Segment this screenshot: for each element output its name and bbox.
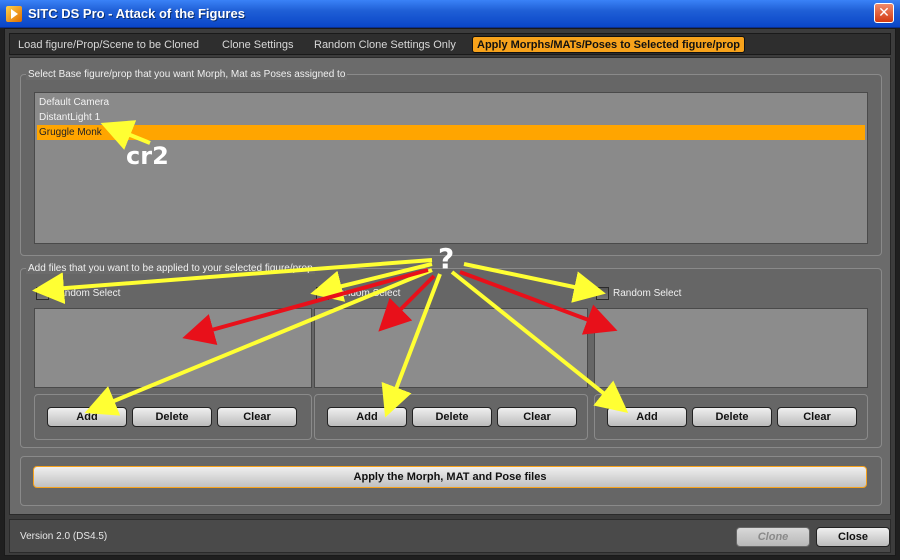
status-bar: Version 2.0 (DS4.5) Clone Close [9, 519, 891, 553]
tab-load-figure[interactable]: Load figure/Prop/Scene to be Cloned [18, 37, 199, 53]
cr2-annotation: cr2 [126, 142, 169, 170]
random-select-label-2: Random Select [332, 288, 401, 299]
app-icon [6, 6, 22, 22]
delete-button-2[interactable]: Delete [412, 407, 492, 427]
add-button-1[interactable]: Add [47, 407, 127, 427]
clear-button-3[interactable]: Clear [777, 407, 857, 427]
file-list-2[interactable] [314, 308, 588, 388]
random-select-label-3: Random Select [613, 288, 682, 299]
tab-clone-settings[interactable]: Clone Settings [222, 37, 294, 53]
tab-apply-morphs[interactable]: Apply Morphs/MATs/Poses to Selected figu… [472, 36, 746, 53]
clear-button-1[interactable]: Clear [217, 407, 297, 427]
list-item-default-camera[interactable]: Default Camera [37, 95, 865, 110]
random-select-checkbox-3[interactable] [596, 287, 609, 300]
close-button[interactable]: Close [816, 527, 890, 547]
file-list-1[interactable] [34, 308, 312, 388]
random-select-label-1: Random Select [52, 288, 121, 299]
apply-files-button[interactable]: Apply the Morph, MAT and Pose files [33, 466, 867, 488]
tab-random-clone-settings[interactable]: Random Clone Settings Only [314, 37, 456, 53]
clear-button-2[interactable]: Clear [497, 407, 577, 427]
apply-panel: Select Base figure/prop that you want Mo… [9, 57, 891, 515]
clone-button[interactable]: Clone [736, 527, 810, 547]
random-select-checkbox-2[interactable] [316, 287, 329, 300]
add-button-3[interactable]: Add [607, 407, 687, 427]
delete-button-1[interactable]: Delete [132, 407, 212, 427]
window-title: SITC DS Pro - Attack of the Figures [28, 6, 245, 21]
list-item-distantlight[interactable]: DistantLight 1 [37, 110, 865, 125]
random-select-checkbox-1[interactable] [36, 287, 49, 300]
base-select-label: Select Base figure/prop that you want Mo… [26, 69, 348, 80]
window-close-button[interactable]: ✕ [874, 3, 894, 23]
button-group-1: Add Delete Clear [34, 394, 312, 440]
version-label: Version 2.0 (DS4.5) [20, 531, 108, 542]
file-list-3[interactable] [594, 308, 868, 388]
main-window: Load figure/Prop/Scene to be Cloned Clon… [4, 28, 896, 556]
title-bar: SITC DS Pro - Attack of the Figures ✕ [0, 0, 900, 28]
add-button-2[interactable]: Add [327, 407, 407, 427]
delete-button-3[interactable]: Delete [692, 407, 772, 427]
button-group-3: Add Delete Clear [594, 394, 868, 440]
question-annotation: ? [438, 242, 455, 275]
tab-bar: Load figure/Prop/Scene to be Cloned Clon… [9, 33, 891, 55]
button-group-2: Add Delete Clear [314, 394, 588, 440]
list-item-gruggle-monk[interactable]: Gruggle Monk [37, 125, 865, 140]
files-group-label: Add files that you want to be applied to… [26, 263, 315, 274]
